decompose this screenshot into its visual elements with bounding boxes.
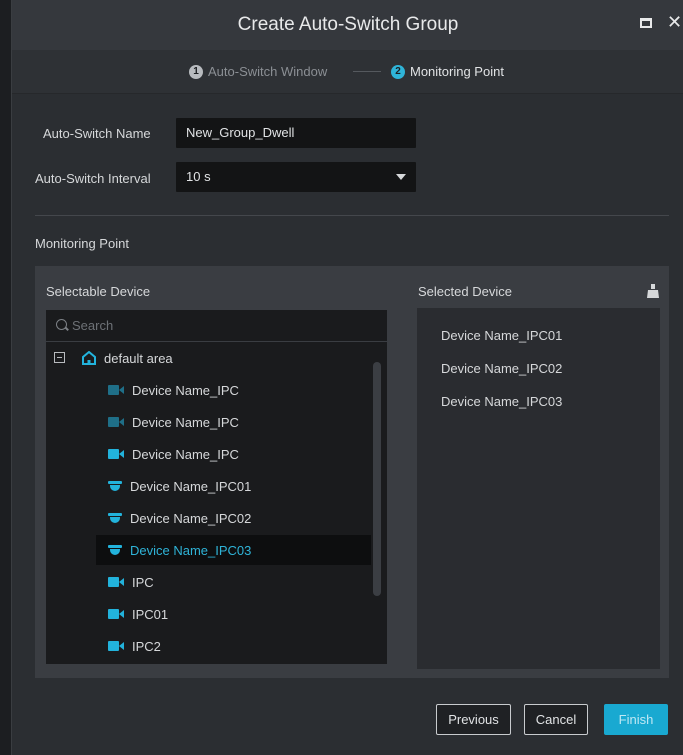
selected-device-item[interactable]: Device Name_IPC01	[441, 328, 562, 343]
tree-item[interactable]: Device Name_IPC	[96, 375, 371, 405]
step-number-1: 1	[189, 64, 203, 79]
selected-device-item[interactable]: Device Name_IPC02	[441, 361, 562, 376]
dialog-title: Create Auto-Switch Group	[237, 14, 459, 35]
tree-item-label: IPC01	[132, 606, 169, 622]
tree-item-label: Device Name_IPC	[132, 446, 239, 462]
tree-item[interactable]: IPC2	[96, 631, 371, 661]
step-auto-switch-window: 1 Auto-Switch Window	[189, 64, 327, 79]
tree-item-label: Device Name_IPC03	[130, 542, 252, 558]
tree-item[interactable]: IPC	[96, 567, 371, 597]
divider	[35, 215, 669, 216]
dome-camera-icon	[108, 480, 122, 492]
camera-icon	[108, 576, 124, 588]
tree-scrollbar[interactable]	[373, 362, 381, 596]
selected-device-list: Device Name_IPC01 Device Name_IPC02 Devi…	[417, 308, 660, 669]
auto-switch-name-input[interactable]: New_Group_Dwell	[176, 118, 416, 148]
camera-offline-icon	[108, 384, 124, 396]
selected-device-item[interactable]: Device Name_IPC03	[441, 394, 562, 409]
device-selection-panel: Selectable Device Selected Device defaul…	[35, 266, 669, 678]
step-number-2: 2	[391, 64, 405, 79]
previous-button[interactable]: Previous	[436, 704, 511, 735]
tree-item-label: Device Name_IPC	[132, 414, 239, 430]
tree-item-selected[interactable]: Device Name_IPC03	[96, 535, 371, 565]
create-auto-switch-dialog: Create Auto-Switch Group ✕ 1 Auto-Switch…	[11, 0, 683, 755]
auto-switch-name-label: Auto-Switch Name	[43, 126, 151, 141]
interval-value: 10 s	[186, 169, 211, 184]
step-connector	[353, 71, 381, 72]
cancel-button[interactable]: Cancel	[524, 704, 588, 735]
tree-item[interactable]: Device Name_IPC01	[96, 471, 371, 501]
camera-icon	[108, 608, 124, 620]
close-icon[interactable]: ✕	[667, 12, 682, 32]
selected-device-header: Selected Device	[418, 284, 512, 299]
step-label: Monitoring Point	[410, 64, 504, 79]
step-label: Auto-Switch Window	[208, 64, 328, 79]
step-monitoring-point: 2 Monitoring Point	[391, 64, 504, 79]
dome-camera-icon	[108, 512, 122, 524]
auto-switch-interval-select[interactable]: 10 s	[176, 162, 416, 192]
search-icon	[56, 319, 67, 330]
camera-offline-icon	[108, 416, 124, 428]
dome-camera-icon	[108, 544, 122, 556]
tree-item[interactable]: Device Name_IPC02	[96, 503, 371, 533]
tree-item-label: Device Name_IPC	[132, 382, 239, 398]
tree-item[interactable]: IPC01	[96, 599, 371, 629]
collapse-icon[interactable]	[54, 352, 65, 363]
tree-root-label: default area	[104, 350, 173, 366]
selectable-device-header: Selectable Device	[46, 284, 151, 299]
finish-button[interactable]: Finish	[604, 704, 668, 735]
camera-icon	[108, 640, 124, 652]
step-indicator: 1 Auto-Switch Window 2 Monitoring Point	[12, 50, 683, 94]
maximize-icon[interactable]	[640, 18, 652, 28]
title-bar: Create Auto-Switch Group ✕	[12, 0, 683, 50]
tree-root-default-area[interactable]: default area	[46, 343, 376, 373]
search-input[interactable]	[72, 310, 372, 341]
device-tree: default area Device Name_IPC Device Name…	[46, 342, 387, 664]
monitoring-point-title: Monitoring Point	[35, 236, 129, 251]
tree-item[interactable]: Device Name_IPC	[96, 407, 371, 437]
tree-item[interactable]: Device Name_IPC	[96, 439, 371, 469]
device-search[interactable]	[46, 310, 387, 341]
camera-icon	[108, 448, 124, 460]
tree-item-label: Device Name_IPC02	[130, 510, 252, 526]
tree-item-label: IPC2	[132, 638, 161, 654]
chevron-down-icon	[396, 174, 406, 180]
auto-switch-interval-label: Auto-Switch Interval	[35, 171, 151, 186]
home-icon	[82, 351, 96, 365]
tree-item-label: IPC	[132, 574, 154, 590]
tree-item-label: Device Name_IPC01	[130, 478, 252, 494]
clear-brush-icon[interactable]	[647, 284, 659, 298]
